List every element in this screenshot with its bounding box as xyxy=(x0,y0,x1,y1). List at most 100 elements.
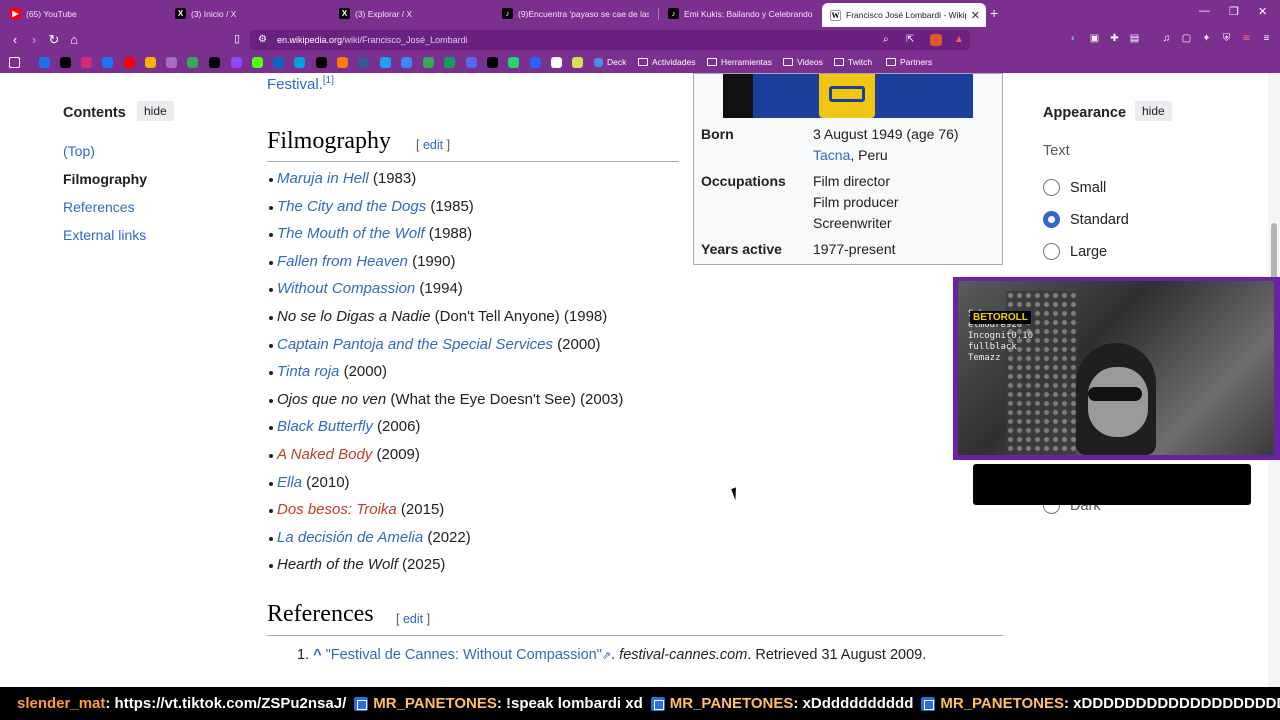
bookmark-download-icon[interactable] xyxy=(380,57,391,68)
brave-shield-icon[interactable] xyxy=(930,34,942,46)
toc-item-top[interactable]: (Top) xyxy=(63,143,95,159)
music-icon[interactable]: ♫ xyxy=(1160,33,1173,46)
bookmark-folder-actividades[interactable]: Actividades xyxy=(638,57,695,67)
text-size-standard[interactable]: Standard xyxy=(1043,211,1129,228)
toc-item-references[interactable]: References xyxy=(63,199,135,215)
film-title-link[interactable]: The Mouth of the Wolf xyxy=(277,225,425,242)
occupation-film-director[interactable]: Film director xyxy=(813,173,890,189)
bookmark-r-icon[interactable] xyxy=(530,57,541,68)
bookmark-tool-icon[interactable] xyxy=(294,57,305,68)
bookmark-maps-icon[interactable] xyxy=(187,57,198,68)
bookmark-editor-icon[interactable] xyxy=(487,57,498,68)
bookmark-analytics-icon[interactable] xyxy=(166,57,177,68)
radio-icon[interactable] xyxy=(1043,243,1060,260)
bookmark-orange-icon[interactable] xyxy=(337,57,348,68)
home-icon[interactable]: ⌂ xyxy=(66,32,82,47)
toc-item-filmography[interactable]: Filmography xyxy=(63,171,147,187)
film-title-link[interactable]: Black Butterfly xyxy=(277,418,373,435)
tacna-link[interactable]: Tacna xyxy=(813,147,850,163)
text-size-small[interactable]: Small xyxy=(1043,179,1106,196)
appearance-hide-button[interactable]: hide xyxy=(1135,101,1172,121)
leo-icon[interactable]: ✦ xyxy=(1200,33,1213,46)
bookmark-linkedin-icon[interactable] xyxy=(273,57,284,68)
bookmark-folder-partners[interactable]: Partners xyxy=(886,57,932,67)
zoom-icon[interactable]: ⌕ xyxy=(883,34,889,45)
back-icon[interactable]: ‹ xyxy=(7,32,23,47)
film-title-link[interactable]: Fallen from Heaven xyxy=(277,253,408,270)
tabs-icon[interactable]: ▢ xyxy=(1180,33,1193,46)
close-tab-icon[interactable]: ✕ xyxy=(971,9,980,22)
minimize-icon[interactable]: — xyxy=(1199,5,1210,17)
bookmark-youtube-icon[interactable] xyxy=(124,57,135,68)
rewards-icon[interactable]: ≋ xyxy=(1240,33,1253,46)
menu-icon[interactable]: ≡ xyxy=(1260,33,1273,46)
film-title-link[interactable]: Captain Pantoja and the Special Services xyxy=(277,336,553,353)
toc-hide-button[interactable]: hide xyxy=(137,101,174,121)
bookmark-keep-icon[interactable] xyxy=(145,57,156,68)
close-window-icon[interactable]: ✕ xyxy=(1258,5,1267,18)
reference-link[interactable]: "Festival de Cannes: Without Compassion" xyxy=(326,647,602,663)
bookmark-folder-twitch[interactable]: Twitch xyxy=(834,57,872,67)
tab-x-explorar[interactable]: X (3) Explorar / X xyxy=(339,0,489,27)
citation-link[interactable]: [1] xyxy=(323,75,334,86)
site-info-icon[interactable]: ⚙ xyxy=(258,34,267,45)
bookmark-x-icon[interactable] xyxy=(209,57,220,68)
bookmark-deck[interactable]: Deck xyxy=(594,57,626,67)
toc-item-external-links[interactable]: External links xyxy=(63,227,146,243)
alert-icon[interactable]: ▲ xyxy=(954,34,964,45)
film-title-link[interactable]: The City and the Dogs xyxy=(277,198,426,215)
bookmark-outlook-icon[interactable] xyxy=(39,57,50,68)
bookmark-threads-icon[interactable] xyxy=(316,57,327,68)
film-title-link[interactable]: A Naked Body xyxy=(277,446,372,463)
bookmark-facebook-icon[interactable] xyxy=(102,57,113,68)
share-icon[interactable]: ⇱ xyxy=(906,34,914,45)
sidebar-icon[interactable]: ▤ xyxy=(1128,33,1141,46)
filmography-edit[interactable]: [ edit ] xyxy=(416,138,450,152)
film-title-link[interactable]: Ella xyxy=(277,474,302,491)
tab-wikipedia-active[interactable]: W Francisco José Lombardi - Wikip ✕ xyxy=(822,3,986,27)
tab-tiktok-1[interactable]: ♪ (9)Encuentra 'payaso se cae de las es xyxy=(502,0,649,27)
bookmark-instagram-icon[interactable] xyxy=(81,57,92,68)
bookmark-tiktok-icon[interactable] xyxy=(60,57,71,68)
reload-icon[interactable]: ↻ xyxy=(46,32,62,48)
bookmark-notion-icon[interactable] xyxy=(551,57,562,68)
festival-link[interactable]: Festival. xyxy=(267,76,323,93)
bookmark-chat-icon[interactable] xyxy=(423,57,434,68)
bookmark-green-icon[interactable] xyxy=(572,57,583,68)
bookmark-sheets-icon[interactable] xyxy=(444,57,455,68)
restore-icon[interactable]: ❐ xyxy=(1229,5,1239,18)
radio-icon[interactable] xyxy=(1043,179,1060,196)
bookmark-twitch-icon[interactable] xyxy=(231,57,242,68)
puzzle-icon[interactable]: ✚ xyxy=(1108,33,1121,46)
bookmark-blue-icon[interactable] xyxy=(358,57,369,68)
bookmark-folder-herramientas[interactable]: Herramientas xyxy=(707,57,772,67)
bookmark-whatsapp-icon[interactable] xyxy=(508,57,519,68)
bookmark-kick-icon[interactable] xyxy=(252,57,263,68)
radio-selected-icon[interactable] xyxy=(1043,211,1060,228)
bookmark-discord-icon[interactable] xyxy=(466,57,477,68)
occupation-film-producer[interactable]: Film producer xyxy=(813,194,899,210)
film-title-link[interactable]: Without Compassion xyxy=(277,280,415,297)
edit-link[interactable]: edit xyxy=(423,138,443,152)
infobox-photo[interactable] xyxy=(723,74,973,118)
occupation-screenwriter[interactable]: Screenwriter xyxy=(813,215,892,231)
forward-icon[interactable]: › xyxy=(26,32,42,47)
reference-caret[interactable]: ^ xyxy=(313,647,321,663)
tab-tiktok-2[interactable]: ♪ Emi Kukis: Bailando y Celebrando Ha xyxy=(668,0,814,27)
edit-link[interactable]: edit xyxy=(403,612,423,626)
vpn-icon[interactable]: ⛨ xyxy=(1220,33,1233,46)
references-edit[interactable]: [ edit ] xyxy=(396,612,430,626)
film-title-link[interactable]: La decisión de Amelia xyxy=(277,529,423,546)
audio-icon[interactable]: ◖ xyxy=(1066,33,1079,46)
film-title-link[interactable]: Dos besos: Troika xyxy=(277,501,397,518)
bookmark-folder-videos[interactable]: Videos xyxy=(783,57,823,67)
url-bar[interactable]: ⚙ en.wikipedia.org/wiki/Francisco_José_L… xyxy=(250,30,970,50)
text-size-large[interactable]: Large xyxy=(1043,243,1107,260)
tab-youtube[interactable]: ▶ (65) YouTube xyxy=(10,0,160,27)
bookmark-icon[interactable]: ▯ xyxy=(229,32,245,45)
film-title-link[interactable]: Tinta roja xyxy=(277,363,339,380)
new-tab-button[interactable]: + xyxy=(990,5,998,21)
extension-icon[interactable]: ▣ xyxy=(1088,33,1101,46)
film-title-link[interactable]: Maruja in Hell xyxy=(277,170,369,187)
tab-x-inicio[interactable]: X (3) Inicio / X xyxy=(175,0,325,27)
